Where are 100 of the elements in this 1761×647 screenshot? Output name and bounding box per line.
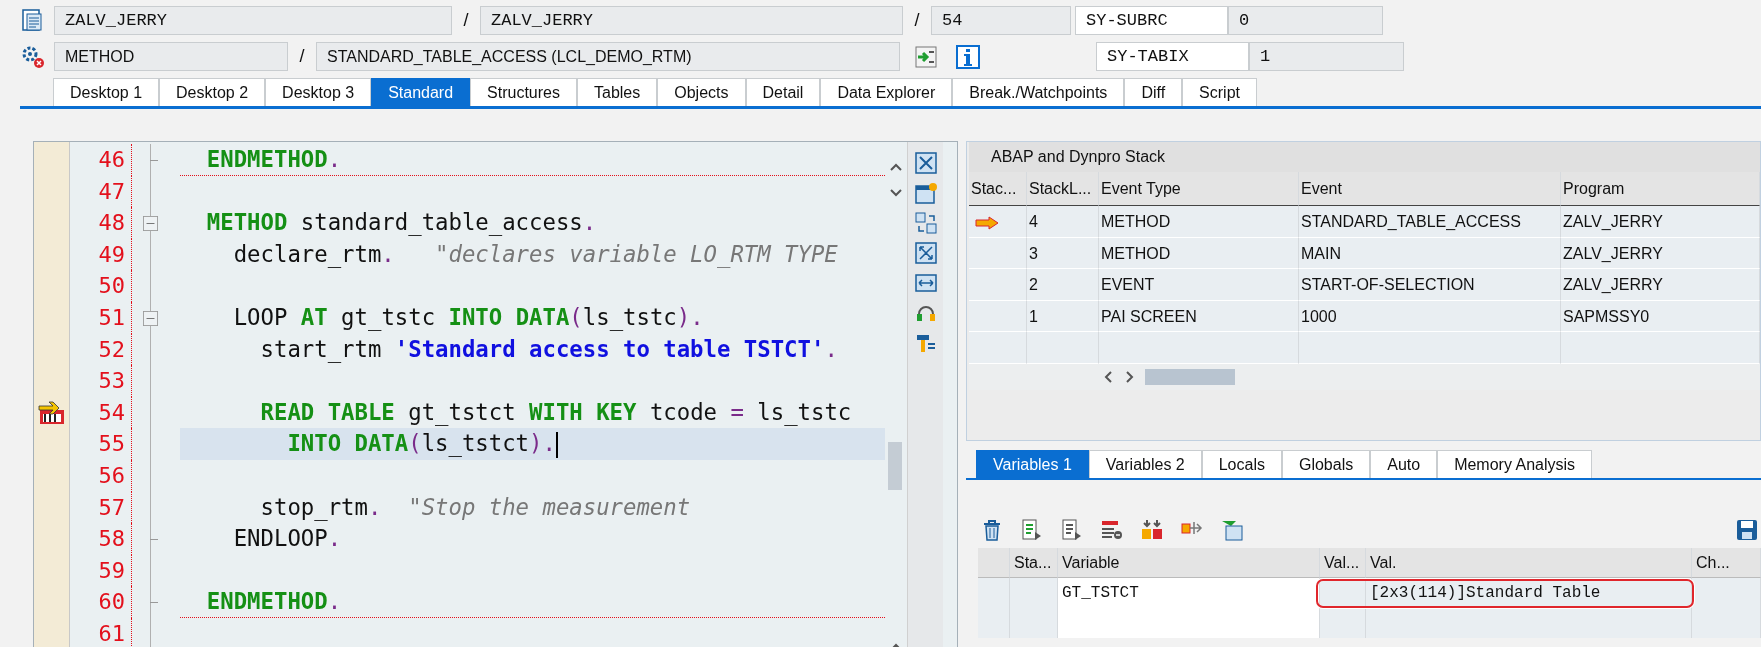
code-line: LOOP AT gt_tstc INTO DATA(ls_tstc).	[232, 302, 705, 333]
line-number: 52	[70, 333, 132, 366]
scroll-thumb[interactable]	[1145, 368, 1235, 385]
text-field[interactable]: ZALV_JERRY	[54, 6, 452, 35]
line-number: 54	[70, 396, 132, 429]
collapse-icon[interactable]	[143, 216, 158, 232]
table-cell: ZALV_JERRY	[1561, 269, 1760, 301]
tab[interactable]: Globals	[1281, 450, 1371, 478]
table-cell[interactable]: GT_TSTCT	[1058, 578, 1320, 608]
resize-icon[interactable]	[914, 272, 937, 294]
collapse-icon[interactable]	[143, 310, 158, 326]
empty-cell	[1027, 332, 1099, 364]
column-header[interactable]: Sta...	[1010, 548, 1058, 578]
scroll-thumb[interactable]	[888, 442, 902, 490]
text-field[interactable]: STANDARD_TABLE_ACCESS (LCL_DEMO_RTM)	[316, 42, 900, 71]
navigate-icon[interactable]	[914, 44, 938, 69]
table-cell: [2x3(114)]Standard Table	[1370, 584, 1601, 602]
table-cell: STANDARD_TABLE_ACCESS	[1299, 206, 1561, 238]
split-icon[interactable]	[914, 212, 937, 234]
fullscreen-icon[interactable]	[914, 242, 937, 264]
tab[interactable]: Break./Watchpoints	[952, 78, 1125, 106]
line-number: 49	[70, 238, 132, 271]
line-number: 53	[70, 365, 132, 397]
tab[interactable]: Diff	[1124, 78, 1183, 106]
code-line: ENDLOOP.	[232, 524, 343, 554]
table-cell: 1000	[1299, 300, 1561, 332]
field-name[interactable]: SY-SUBRC	[1075, 6, 1228, 35]
merge-icon[interactable]	[1140, 518, 1164, 542]
column-header[interactable]: Val...	[1320, 548, 1366, 578]
table-cell: 4	[1027, 206, 1099, 238]
tab[interactable]: Auto	[1370, 450, 1438, 478]
tab[interactable]: Tables	[577, 78, 658, 106]
code-line: declare_rtm. "declares variable LO_RTM TYPE	[232, 239, 839, 270]
column-header[interactable]: Event Type	[1099, 172, 1299, 206]
tab[interactable]: Desktop 1	[53, 78, 160, 106]
line-number: 50	[70, 270, 132, 302]
text-field[interactable]: 54	[931, 6, 1071, 35]
column-header[interactable]: Stac...	[969, 172, 1027, 206]
field-name[interactable]: SY-TABIX	[1096, 42, 1249, 71]
tab[interactable]: Variables 2	[1088, 450, 1202, 478]
line-number: 51	[70, 301, 132, 334]
line-number: 48	[70, 207, 132, 239]
code-line: READ TABLE gt_tstct WITH KEY tcode = ls_tstc	[259, 397, 853, 428]
tab[interactable]: Desktop 3	[265, 78, 372, 106]
scroll-up-icon[interactable]	[889, 162, 903, 172]
line-number: 47	[70, 175, 132, 208]
table-cell: EVENT	[1099, 269, 1299, 301]
table-cell: 2	[1027, 269, 1099, 301]
line-number: 46	[70, 144, 132, 176]
tab[interactable]: Desktop 2	[159, 78, 266, 106]
tab[interactable]: Locals	[1201, 450, 1282, 478]
text-field[interactable]: METHOD	[54, 42, 288, 71]
code-line: stop_rtm. "Stop the measurement	[259, 492, 692, 523]
tab[interactable]: Structures	[470, 78, 577, 106]
filter-icon[interactable]	[1220, 518, 1244, 542]
table-cell: SAPMSSY0	[1561, 300, 1760, 332]
tab[interactable]: Variables 1	[976, 450, 1089, 478]
column-header[interactable]: Event	[1299, 172, 1561, 206]
header-corner	[978, 548, 1010, 578]
column-header[interactable]: Variable	[1058, 548, 1320, 578]
scroll-down-icon[interactable]	[889, 188, 903, 198]
line-number: 55	[70, 428, 132, 460]
field-value: 1	[1249, 42, 1404, 71]
text-field[interactable]: ZALV_JERRY	[480, 6, 903, 35]
new-window-icon[interactable]	[914, 182, 937, 204]
save-icon[interactable]	[1735, 518, 1759, 542]
column-header[interactable]: Program	[1561, 172, 1760, 206]
separator-text: /	[913, 9, 921, 32]
tab[interactable]: Objects	[657, 78, 746, 106]
list-remove-icon[interactable]	[1100, 518, 1124, 542]
column-header[interactable]: Val.	[1366, 548, 1692, 578]
line-number: 56	[70, 459, 132, 492]
line-number: 60	[70, 586, 132, 618]
table-cell: ZALV_JERRY	[1561, 206, 1760, 238]
code-line: ENDMETHOD.	[180, 144, 885, 176]
separator-text: /	[462, 9, 470, 32]
tab[interactable]: Standard	[371, 78, 471, 106]
tools-icon[interactable]	[914, 332, 937, 354]
table-cell: START-OF-SELECTION	[1299, 269, 1561, 301]
column-header[interactable]: StackL...	[1027, 172, 1099, 206]
tab[interactable]: Memory Analysis	[1437, 450, 1593, 478]
tab[interactable]: Data Explorer	[820, 78, 953, 106]
line-number: 61	[70, 617, 132, 647]
separator-text: /	[298, 45, 306, 68]
table-cell: MAIN	[1299, 237, 1561, 269]
table-cell: METHOD	[1099, 237, 1299, 269]
tab[interactable]: Detail	[745, 78, 821, 106]
table-cell: 1	[1027, 300, 1099, 332]
table-cell: 3	[1027, 237, 1099, 269]
table-cell: ZALV_JERRY	[1561, 237, 1760, 269]
code-line: start_rtm 'Standard access to table TSTCT'.	[259, 334, 839, 365]
close-icon[interactable]	[914, 152, 937, 174]
field-value: 0	[1228, 6, 1383, 35]
panel-title: ABAP and Dynpro Stack	[969, 142, 1760, 172]
line-number: 58	[70, 523, 132, 555]
tab[interactable]: Script	[1182, 78, 1257, 106]
column-header[interactable]: Ch...	[1692, 548, 1761, 578]
table-cell: PAI SCREEN	[1099, 300, 1299, 332]
code-line: METHOD standard_table_access.	[205, 208, 598, 238]
info-icon[interactable]	[956, 44, 980, 69]
